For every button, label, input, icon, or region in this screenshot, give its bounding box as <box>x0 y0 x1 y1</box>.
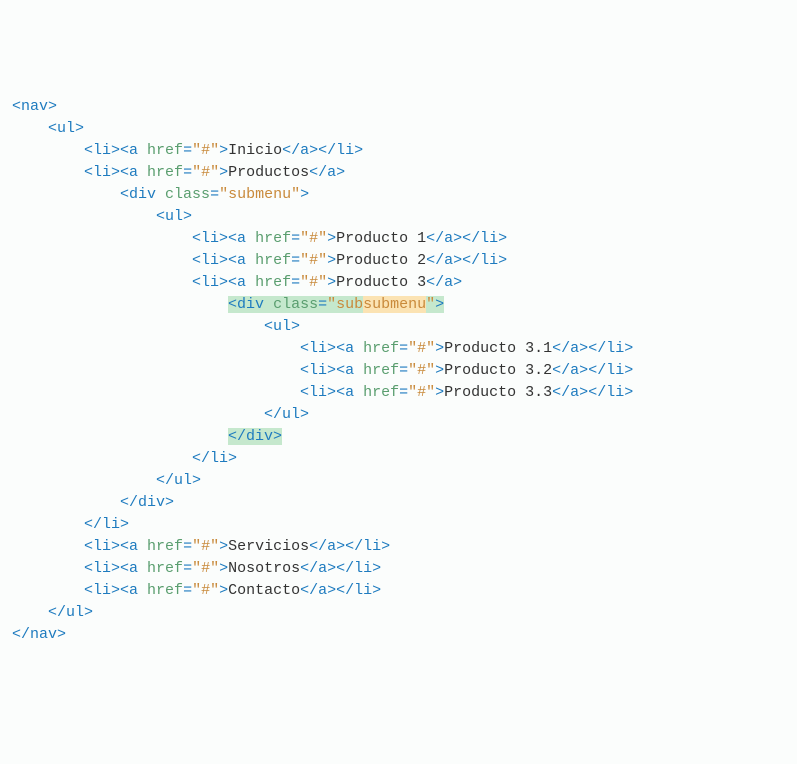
code-line[interactable]: </div> <box>12 492 785 514</box>
code-line[interactable]: </li> <box>12 514 785 536</box>
code-line[interactable]: <li><a href="#">Contacto</a></li> <box>12 580 785 602</box>
code-line-highlighted[interactable]: <div class="subsubmenu"> <box>12 294 785 316</box>
code-line[interactable]: <li><a href="#">Producto 2</a></li> <box>12 250 785 272</box>
code-line[interactable]: </ul> <box>12 404 785 426</box>
code-line[interactable]: <li><a href="#">Producto 3.3</a></li> <box>12 382 785 404</box>
code-line[interactable]: <ul> <box>12 118 785 140</box>
code-editor-content[interactable]: <nav> <ul> <li><a href="#">Inicio</a></l… <box>12 96 785 646</box>
cursor-position: submenu <box>363 296 426 313</box>
code-line[interactable]: <nav> <box>12 96 785 118</box>
code-line[interactable]: <li><a href="#">Productos</a> <box>12 162 785 184</box>
code-line-highlighted[interactable]: </div> <box>12 426 785 448</box>
code-line[interactable]: <li><a href="#">Producto 1</a></li> <box>12 228 785 250</box>
code-line[interactable]: <ul> <box>12 206 785 228</box>
code-line[interactable]: <li><a href="#">Nosotros</a></li> <box>12 558 785 580</box>
code-line[interactable]: <div class="submenu"> <box>12 184 785 206</box>
code-line[interactable]: </ul> <box>12 602 785 624</box>
code-line[interactable]: </li> <box>12 448 785 470</box>
code-line[interactable]: <li><a href="#">Producto 3.2</a></li> <box>12 360 785 382</box>
code-line[interactable]: <ul> <box>12 316 785 338</box>
code-line[interactable]: <li><a href="#">Inicio</a></li> <box>12 140 785 162</box>
code-line[interactable]: <li><a href="#">Servicios</a></li> <box>12 536 785 558</box>
code-line[interactable]: <li><a href="#">Producto 3.1</a></li> <box>12 338 785 360</box>
code-line[interactable]: </nav> <box>12 624 785 646</box>
code-line[interactable]: <li><a href="#">Producto 3</a> <box>12 272 785 294</box>
code-line[interactable]: </ul> <box>12 470 785 492</box>
